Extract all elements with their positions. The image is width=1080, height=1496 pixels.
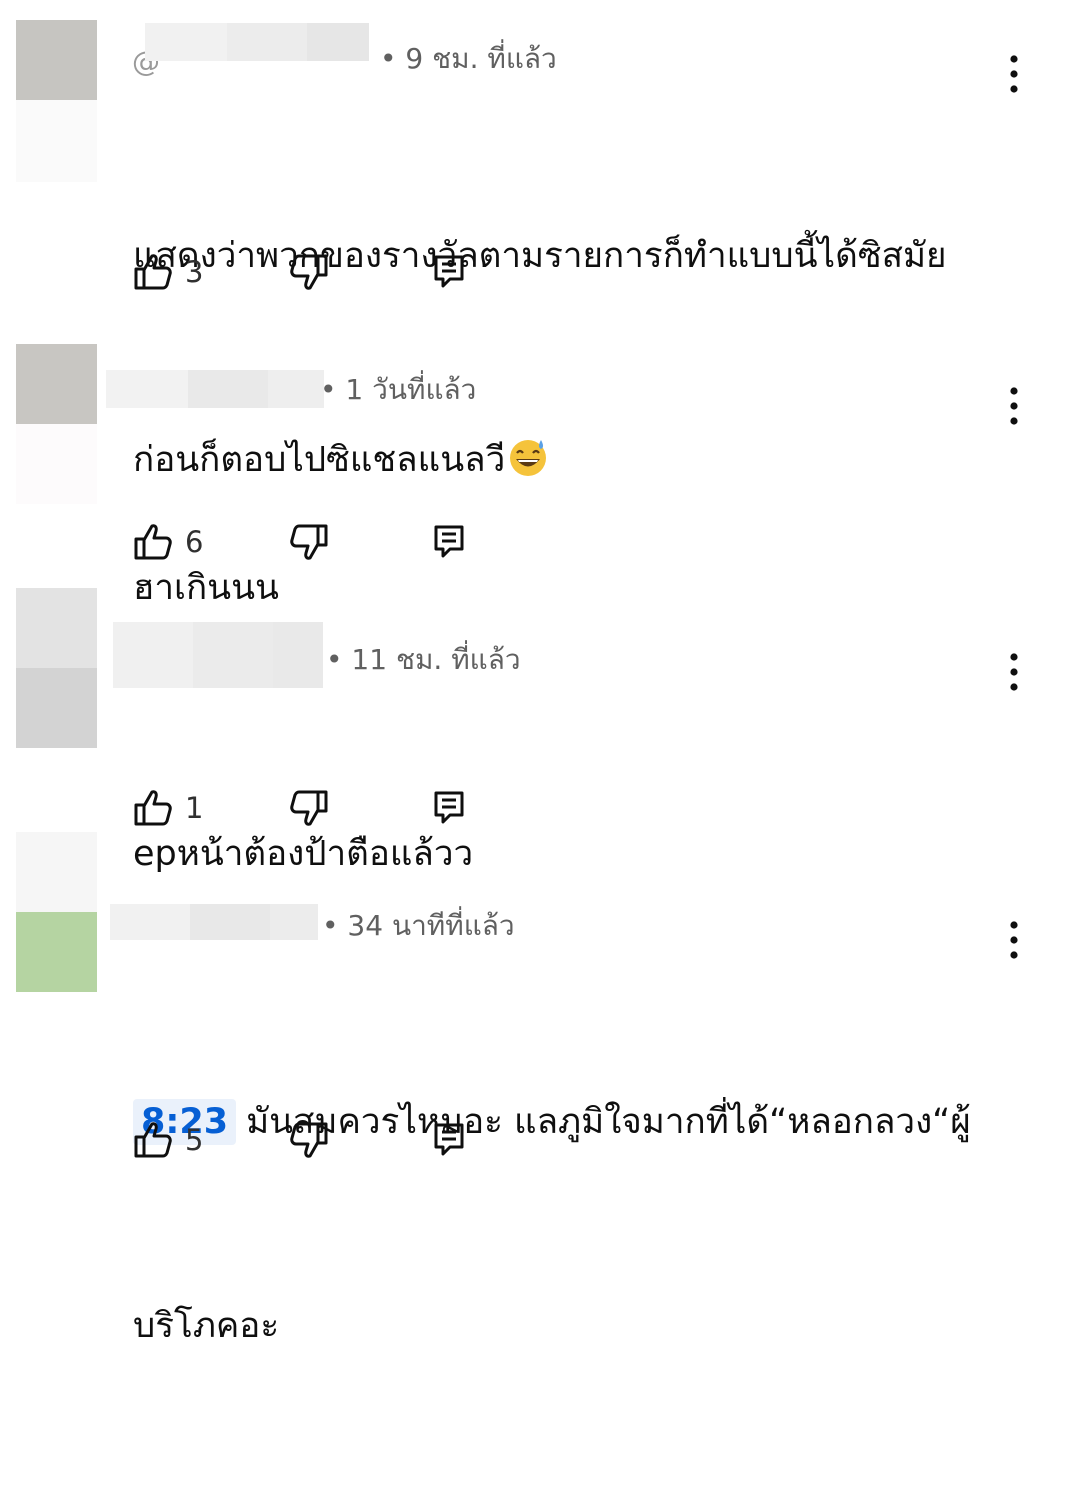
like-button[interactable]: 3 <box>133 252 203 292</box>
like-count: 6 <box>185 525 204 559</box>
comment-actions: 5 <box>133 1120 493 1160</box>
thumb-up-icon <box>133 788 173 828</box>
thumb-up-icon <box>133 252 173 292</box>
dislike-button[interactable] <box>289 788 329 828</box>
dislike-button[interactable] <box>289 252 329 292</box>
comment-item: • 11 ชม. ที่แล้ว epหน้าต้องป้าตือแล้วว 1 <box>0 580 1080 874</box>
comment-text: 8:23 มันสมควรไหมอะ แลภูมิใจมากที่ได้“หลอก… <box>133 952 1013 1496</box>
comment-text-line: บริโภคอะ <box>133 1306 280 1346</box>
reply-comment-icon <box>429 522 469 562</box>
thumb-down-icon <box>289 1120 329 1160</box>
avatar[interactable] <box>16 20 97 182</box>
author-name-blurred[interactable] <box>110 904 318 940</box>
reply-comment-icon <box>429 252 469 292</box>
comment-actions: 1 <box>133 788 493 828</box>
thumb-down-icon <box>289 788 329 828</box>
reply-button[interactable] <box>429 522 469 562</box>
like-button[interactable]: 5 <box>133 1120 203 1160</box>
author-name-blurred[interactable] <box>145 23 369 61</box>
avatar[interactable] <box>16 832 97 992</box>
like-button[interactable]: 6 <box>133 522 203 562</box>
thumb-down-icon <box>289 522 329 562</box>
avatar[interactable] <box>16 344 97 504</box>
reply-button[interactable] <box>429 252 469 292</box>
comment-time: • 1 วันที่แล้ว <box>320 373 477 406</box>
thumb-up-icon <box>133 1120 173 1160</box>
comment-actions: 6 <box>133 522 493 562</box>
dislike-button[interactable] <box>289 522 329 562</box>
author-name-blurred[interactable] <box>106 370 324 408</box>
like-count: 3 <box>185 255 204 289</box>
author-name-blurred[interactable] <box>113 622 323 688</box>
comment-time: • 34 นาทีที่แล้ว <box>322 909 515 942</box>
dislike-button[interactable] <box>289 1120 329 1160</box>
comment-item: • 34 นาทีที่แล้ว 8:23 มันสมควรไหมอะ แลภูม… <box>0 832 1080 1346</box>
comment-item: @ • 9 ชม. ที่แล้ว แสดงว่าพวกของรางวัลตาม… <box>0 0 1080 480</box>
comment-time: • 9 ชม. ที่แล้ว <box>380 42 557 75</box>
comment-item: • 1 วันที่แล้ว ฮาเกินนน 6 <box>0 320 1080 608</box>
thumb-down-icon <box>289 252 329 292</box>
like-count: 5 <box>185 1123 204 1157</box>
reply-button[interactable] <box>429 1120 469 1160</box>
reply-comment-icon <box>429 788 469 828</box>
comment-actions: 3 <box>133 252 493 292</box>
comment-time: • 11 ชม. ที่แล้ว <box>326 643 521 676</box>
like-count: 1 <box>185 791 204 825</box>
like-button[interactable]: 1 <box>133 788 203 828</box>
reply-comment-icon <box>429 1120 469 1160</box>
reply-button[interactable] <box>429 788 469 828</box>
thumb-up-icon <box>133 522 173 562</box>
avatar[interactable] <box>16 588 97 748</box>
